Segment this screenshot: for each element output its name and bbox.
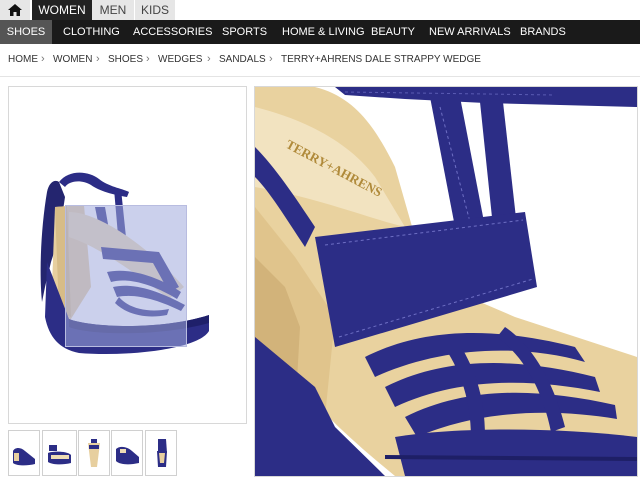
nav-beauty[interactable]: BEAUTY	[371, 20, 415, 44]
breadcrumb-wedges[interactable]: WEDGES	[158, 54, 202, 65]
thumbnail-1[interactable]	[8, 430, 40, 476]
breadcrumb-sandals[interactable]: SANDALS	[219, 54, 266, 65]
breadcrumb-current: TERRY+AHRENS DALE STRAPPY WEDGE	[281, 54, 481, 65]
breadcrumb-shoes[interactable]: SHOES	[108, 54, 143, 65]
home-icon	[8, 4, 22, 16]
home-tab[interactable]	[0, 0, 30, 20]
product-image-box[interactable]	[8, 86, 247, 424]
thumbnail-4[interactable]	[111, 430, 143, 476]
chevron-right-icon: ›	[96, 53, 100, 65]
tab-women[interactable]: WOMEN	[32, 0, 92, 20]
zoom-lens[interactable]	[65, 205, 187, 347]
nav-brands[interactable]: BRANDS	[520, 20, 566, 44]
gender-bar: WOMEN MEN KIDS	[0, 0, 640, 20]
chevron-right-icon: ›	[41, 53, 45, 65]
breadcrumb-home[interactable]: HOME	[8, 54, 38, 65]
nav-sports[interactable]: SPORTS	[222, 20, 267, 44]
thumbnail-image	[116, 446, 139, 465]
thumbnail-3[interactable]	[78, 430, 110, 476]
chevron-right-icon: ›	[207, 53, 211, 65]
zoom-view: TERRY+AHRENS	[254, 86, 638, 477]
thumbnail-image	[48, 445, 71, 465]
nav-shoes[interactable]: SHOES	[0, 20, 52, 44]
tab-men[interactable]: MEN	[92, 0, 134, 20]
nav-new-arrivals[interactable]: NEW ARRIVALS	[429, 20, 511, 44]
chevron-right-icon: ›	[269, 53, 273, 65]
main-nav: SHOES CLOTHING ACCESSORIES SPORTS HOME &…	[0, 20, 640, 44]
thumbnail-image	[157, 439, 167, 467]
tab-kids[interactable]: KIDS	[135, 0, 175, 20]
breadcrumb: HOME › WOMEN › SHOES › WEDGES › SANDALS …	[0, 44, 640, 77]
thumbnail-image	[88, 439, 100, 467]
nav-clothing[interactable]: CLOTHING	[63, 20, 120, 44]
thumbnail-image	[13, 448, 35, 466]
breadcrumb-women[interactable]: WOMEN	[53, 54, 92, 65]
thumbnail-5[interactable]	[145, 430, 177, 476]
chevron-right-icon: ›	[146, 53, 150, 65]
nav-accessories[interactable]: ACCESSORIES	[133, 20, 212, 44]
thumbnail-2[interactable]	[42, 430, 77, 476]
zoomed-product-image: TERRY+AHRENS	[255, 87, 637, 476]
nav-home-living[interactable]: HOME & LIVING	[282, 20, 365, 44]
